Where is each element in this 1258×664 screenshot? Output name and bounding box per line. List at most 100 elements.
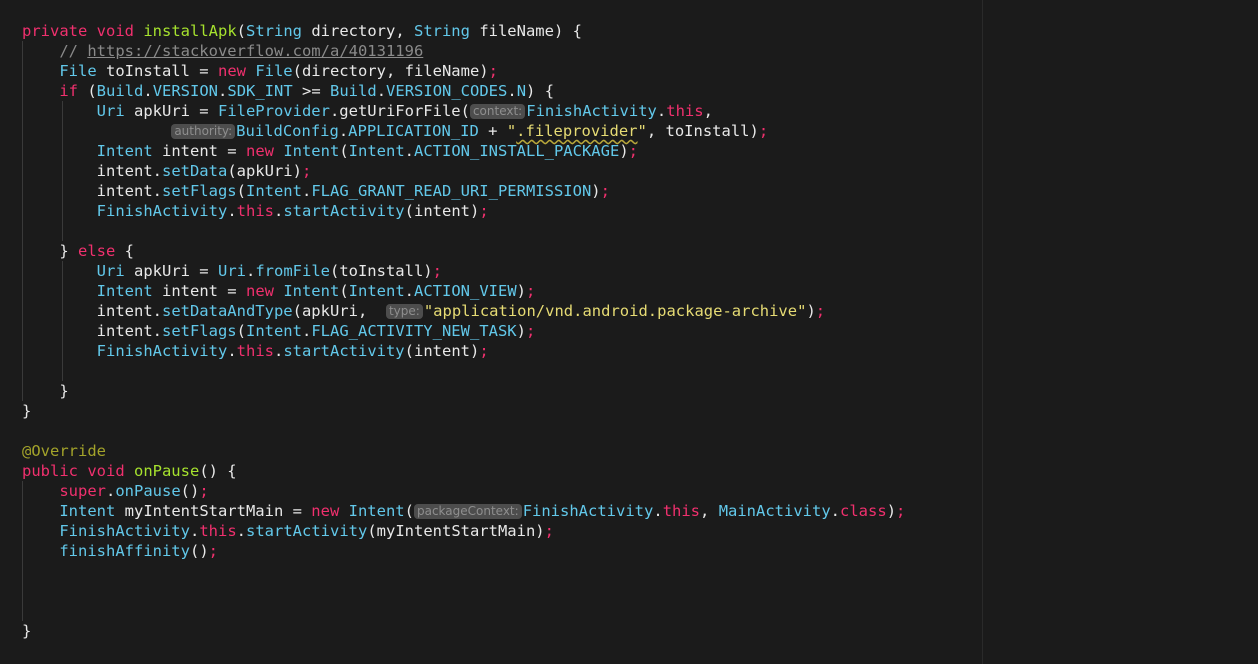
code-token: startActivity bbox=[283, 342, 405, 360]
code-token: () bbox=[189, 542, 209, 560]
code-line[interactable]: authority: BuildConfig.APPLICATION_ID + "… bbox=[22, 121, 905, 141]
code-token: (apkUri) bbox=[227, 162, 302, 180]
indent-guide bbox=[22, 181, 23, 201]
code-token: ; bbox=[600, 182, 610, 200]
code-token: FinishActivity bbox=[96, 202, 228, 220]
indent-guide bbox=[62, 321, 63, 341]
code-token: (toInstall) bbox=[329, 262, 433, 280]
code-token: . bbox=[218, 82, 228, 100]
code-line[interactable]: intent.setFlags(Intent.FLAG_ACTIVITY_NEW… bbox=[22, 321, 905, 341]
code-token: ) bbox=[516, 322, 526, 340]
code-line[interactable]: finishAffinity(); bbox=[22, 541, 905, 561]
code-token: intent. bbox=[96, 162, 162, 180]
code-line[interactable] bbox=[22, 601, 905, 621]
code-area[interactable]: private void installApk(String directory… bbox=[22, 21, 905, 641]
code-line[interactable]: Intent intent = new Intent(Intent.ACTION… bbox=[22, 141, 905, 161]
indent-guide bbox=[62, 361, 63, 381]
indent-guide bbox=[62, 181, 63, 201]
code-token: () bbox=[180, 482, 200, 500]
code-line[interactable]: public void onPause() { bbox=[22, 461, 905, 481]
code-token: toInstall = bbox=[96, 62, 218, 80]
code-token: . bbox=[376, 82, 387, 100]
code-token: ; bbox=[488, 62, 498, 80]
indent-guide bbox=[22, 321, 23, 341]
indent-guide bbox=[62, 101, 63, 121]
indent-guide bbox=[62, 121, 63, 141]
code-token: APPLICATION_ID bbox=[348, 122, 479, 140]
code-token: new bbox=[217, 62, 256, 80]
code-line[interactable]: File toInstall = new File(directory, fil… bbox=[22, 61, 905, 81]
code-token: public void bbox=[22, 462, 134, 480]
code-line[interactable] bbox=[22, 361, 905, 381]
code-token: ( bbox=[236, 22, 246, 40]
indent-guide bbox=[22, 121, 23, 141]
code-token: FinishActivity bbox=[96, 342, 228, 360]
code-line[interactable]: } bbox=[22, 621, 905, 641]
code-line[interactable]: Intent intent = new Intent(Intent.ACTION… bbox=[22, 281, 905, 301]
code-line[interactable] bbox=[22, 561, 905, 581]
code-token: Intent bbox=[96, 142, 153, 160]
code-line[interactable]: if (Build.VERSION.SDK_INT >= Build.VERSI… bbox=[22, 81, 905, 101]
code-line[interactable]: Uri apkUri = FileProvider.getUriForFile(… bbox=[22, 101, 905, 121]
indent-guide bbox=[22, 161, 23, 181]
code-token: " bbox=[506, 122, 517, 140]
code-token: ; bbox=[628, 142, 638, 160]
code-line[interactable] bbox=[22, 581, 905, 601]
indent-guide bbox=[22, 141, 23, 161]
code-token: . bbox=[301, 182, 312, 200]
code-token: Intent bbox=[348, 502, 405, 520]
code-line[interactable] bbox=[22, 221, 905, 241]
code-token: ; bbox=[199, 482, 209, 500]
indent-guide bbox=[22, 341, 23, 361]
code-token: Intent bbox=[283, 282, 340, 300]
code-line[interactable]: Uri apkUri = Uri.fromFile(toInstall); bbox=[22, 261, 905, 281]
code-token: >= bbox=[292, 82, 331, 100]
code-token: intent = bbox=[152, 282, 246, 300]
code-token: ; bbox=[526, 282, 536, 300]
code-token: fromFile bbox=[255, 262, 330, 280]
code-line[interactable]: } else { bbox=[22, 241, 905, 261]
code-line[interactable]: private void installApk(String directory… bbox=[22, 21, 905, 41]
indent-guide bbox=[22, 41, 23, 61]
code-line[interactable]: } bbox=[22, 401, 905, 421]
indent-guide bbox=[22, 361, 23, 381]
code-line[interactable]: @Override bbox=[22, 441, 905, 461]
code-line[interactable]: intent.setData(apkUri); bbox=[22, 161, 905, 181]
code-line[interactable]: // https://stackoverflow.com/a/40131196 bbox=[22, 41, 905, 61]
code-token: . bbox=[653, 502, 663, 520]
indent-guide bbox=[62, 201, 63, 221]
code-line[interactable]: intent.setFlags(Intent.FLAG_GRANT_READ_U… bbox=[22, 181, 905, 201]
code-token: new bbox=[245, 282, 284, 300]
code-token: } bbox=[22, 402, 32, 420]
code-line[interactable] bbox=[22, 421, 905, 441]
indent-guide bbox=[22, 281, 23, 301]
code-line[interactable]: } bbox=[22, 381, 905, 401]
code-editor[interactable]: private void installApk(String directory… bbox=[0, 0, 1258, 664]
code-token: setDataAndType bbox=[161, 302, 293, 320]
indent-guide bbox=[22, 61, 23, 81]
code-line[interactable]: Intent myIntentStartMain = new Intent(pa… bbox=[22, 501, 905, 521]
code-line[interactable]: FinishActivity.this.startActivity(intent… bbox=[22, 201, 905, 221]
code-token: onPause bbox=[115, 482, 181, 500]
code-token: else bbox=[78, 242, 125, 260]
code-token: setFlags bbox=[161, 182, 237, 200]
indent-guide bbox=[22, 301, 23, 321]
code-line[interactable]: intent.setDataAndType(apkUri, type: "appl… bbox=[22, 301, 905, 321]
code-line[interactable]: FinishActivity.this.startActivity(intent… bbox=[22, 341, 905, 361]
code-line[interactable]: super.onPause(); bbox=[22, 481, 905, 501]
code-token: this bbox=[666, 102, 704, 120]
code-token: ) bbox=[619, 142, 629, 160]
code-token: class bbox=[840, 502, 887, 520]
indent-guide bbox=[22, 581, 23, 601]
code-token: FileProvider bbox=[217, 102, 330, 120]
comment-link[interactable]: https://stackoverflow.com/a/40131196 bbox=[87, 42, 423, 60]
code-token: (myIntentStartMain) bbox=[367, 522, 545, 540]
code-line[interactable]: FinishActivity.this.startActivity(myInte… bbox=[22, 521, 905, 541]
code-token: . bbox=[273, 202, 284, 220]
